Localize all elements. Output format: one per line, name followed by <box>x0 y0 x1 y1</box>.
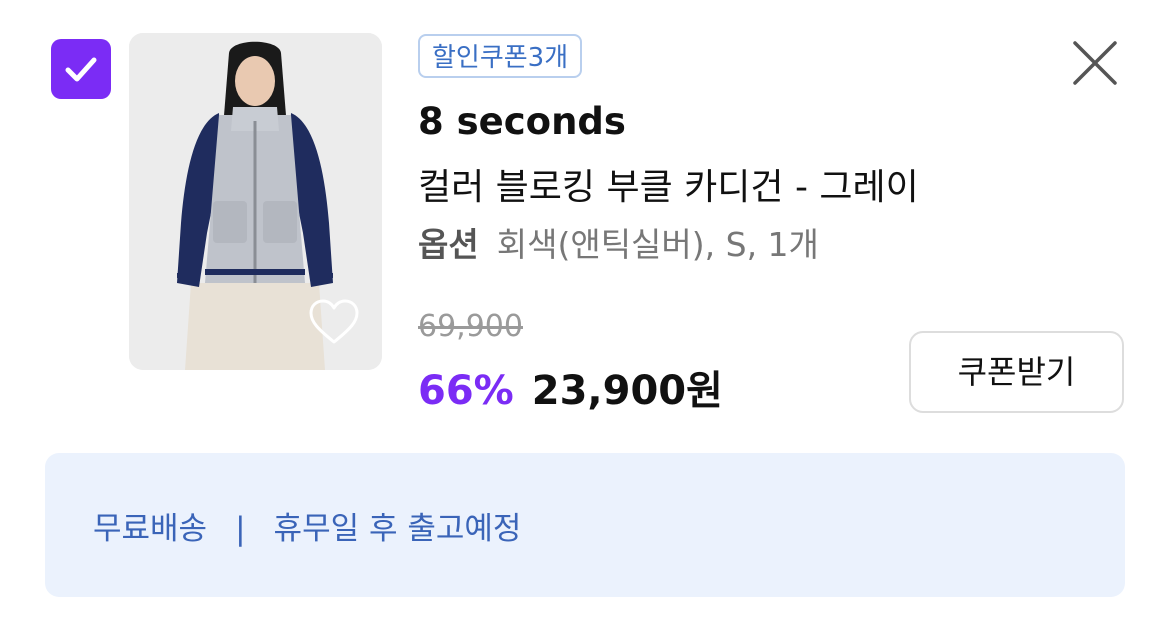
cart-item-card: 할인쿠폰3개 8 seconds 컬러 블로킹 부클 카디건 - 그레이 옵션 회… <box>0 0 1170 629</box>
final-price: 23,900원 <box>531 368 723 414</box>
product-title[interactable]: 컬러 블로킹 부클 카디건 - 그레이 <box>418 158 919 210</box>
delivery-info-box: 무료배송 | 휴무일 후 출고예정 <box>45 453 1125 597</box>
brand-name[interactable]: 8 seconds <box>418 100 626 143</box>
shipping-label: 무료배송 <box>93 511 208 547</box>
separator: | <box>235 511 246 547</box>
heart-icon[interactable] <box>308 298 360 346</box>
product-image[interactable] <box>129 33 382 370</box>
shipping-schedule: 휴무일 후 출고예정 <box>273 511 522 547</box>
option-info: 옵션 회색(앤틱실버), S, 1개 <box>418 218 819 266</box>
select-item-checkbox[interactable] <box>51 39 111 99</box>
checkmark-icon <box>65 57 97 82</box>
close-icon[interactable] <box>1070 38 1120 88</box>
option-value: 회색(앤틱실버), S, 1개 <box>496 225 819 264</box>
option-label: 옵션 <box>418 225 479 264</box>
price-row: 66% 23,900원 <box>418 358 723 416</box>
coupon-count-badge: 할인쿠폰3개 <box>418 34 583 78</box>
delivery-info: 무료배송 | 휴무일 후 출고예정 <box>93 503 521 548</box>
discount-rate: 66% <box>418 368 514 414</box>
get-coupon-button[interactable]: 쿠폰받기 <box>909 331 1124 413</box>
original-price: 69,900 <box>418 309 523 344</box>
